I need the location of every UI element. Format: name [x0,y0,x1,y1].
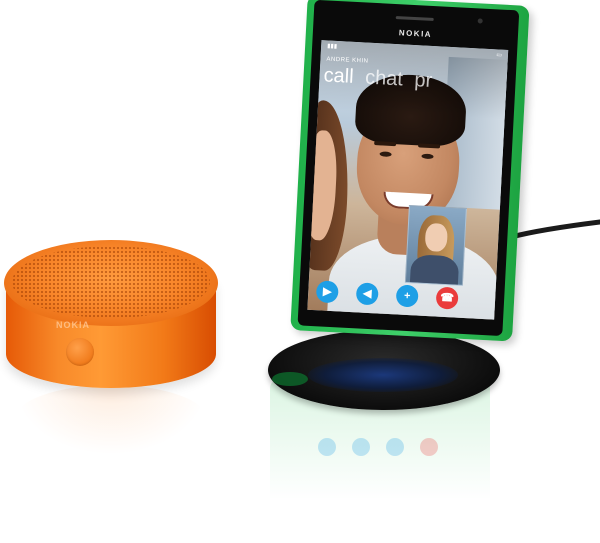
speaker-power-button [66,338,94,366]
dock-blue-reflection [308,358,458,392]
pivot-call[interactable]: call [323,64,354,88]
phone-screen: ▮▮▮ ▭ ANDRE KHIN call chat pr ▶ ◀ + ☎ [307,40,509,320]
plus-icon[interactable]: + [395,284,419,308]
earpiece [395,16,434,22]
reflected-call-controls [316,438,446,462]
orange-speaker: NOKIA [4,240,218,390]
smartphone: NOKIA ▮▮▮ ▭ ANDRE KHIN call chat pr ▶ ◀ … [290,0,539,344]
speaker-volume-icon[interactable]: ◀ [355,282,379,306]
signal-icon: ▮▮▮ [326,43,338,50]
self-view-video[interactable] [404,204,467,286]
speaker-grille [12,246,210,318]
video-camera-icon[interactable]: ▶ [315,280,339,304]
self-view-shirt [409,254,460,286]
phone-front: NOKIA ▮▮▮ ▭ ANDRE KHIN call chat pr ▶ ◀ … [297,0,520,337]
pivot-profile[interactable]: pr [414,69,433,92]
product-scene: NOKIA NOKIA ▮▮▮ ▭ ANDRE KHIN call chat p… [0,0,600,543]
front-camera [477,18,483,24]
speaker-reflection [14,385,208,455]
speaker-brand-logo: NOKIA [56,320,90,330]
man-left-eye [379,151,392,157]
hang-up-icon[interactable]: ☎ [435,286,459,310]
battery-icon: ▭ [496,52,503,59]
man-right-eye [421,153,434,160]
speaker-top [4,240,218,326]
dock-green-reflection [272,372,308,386]
pivot-chat[interactable]: chat [365,67,404,91]
